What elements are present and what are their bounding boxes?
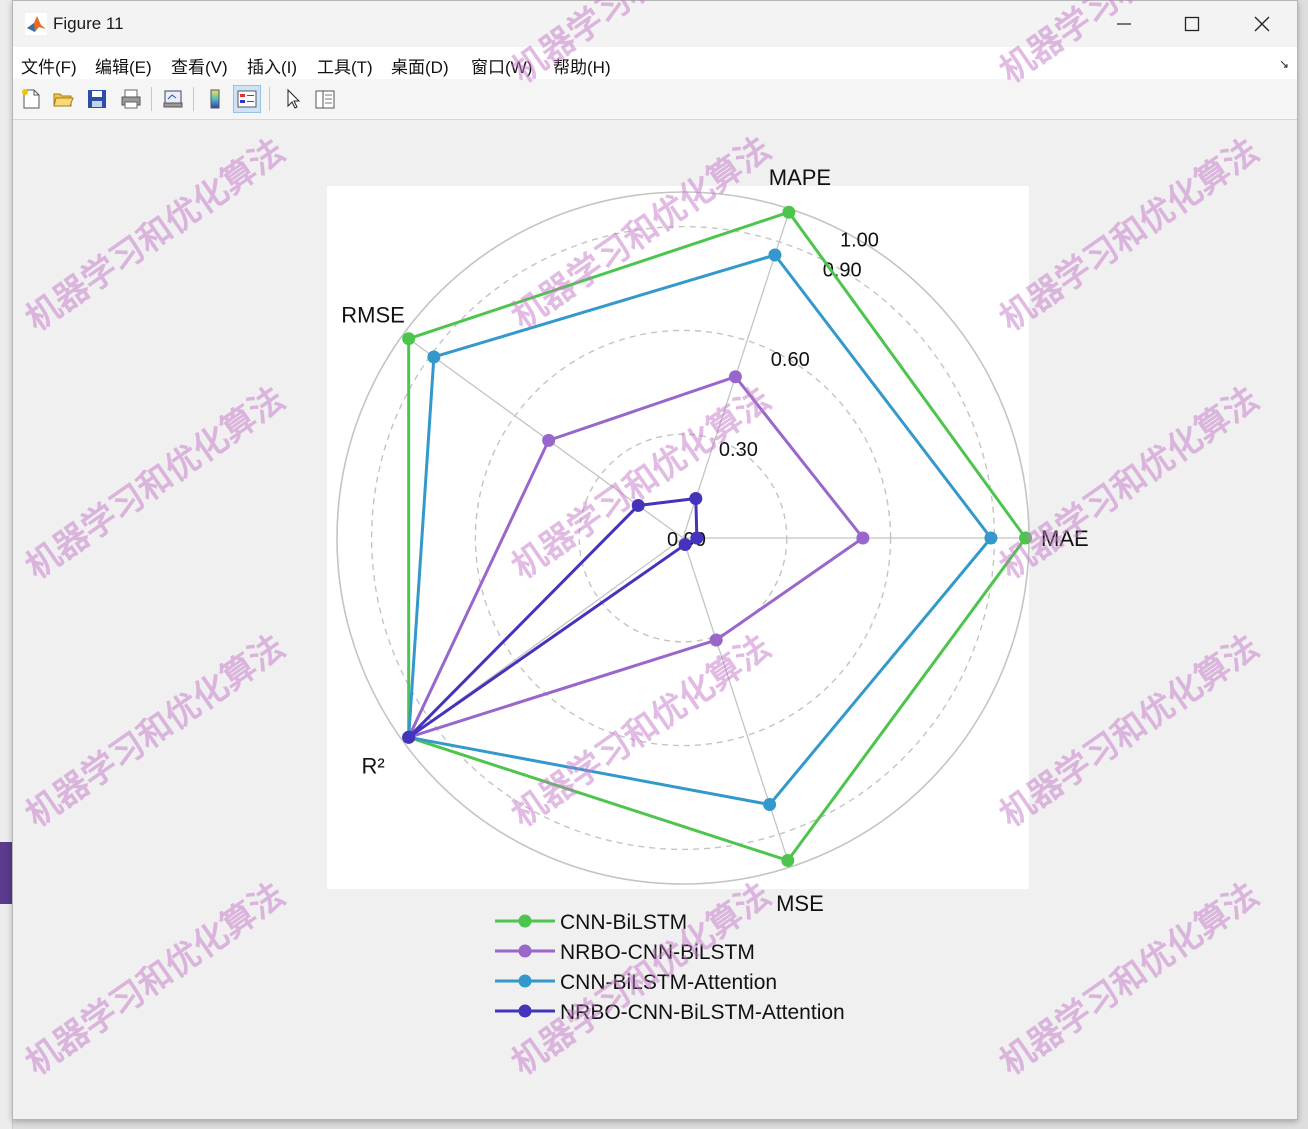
legend-marker (518, 974, 532, 988)
menu-edit[interactable]: 编辑(E) (95, 53, 152, 78)
radial-tick-label: 0.30 (719, 439, 758, 461)
series-point (709, 633, 723, 647)
new-figure-button[interactable] (17, 85, 45, 113)
menu-view[interactable]: 查看(V) (171, 53, 228, 78)
series-point (690, 531, 704, 545)
colorbar-button[interactable] (201, 85, 229, 113)
property-editor-icon (315, 90, 335, 109)
save-button[interactable] (83, 85, 111, 113)
toolbar-separator (269, 87, 270, 111)
toolbar-separator (193, 87, 194, 111)
menu-tools[interactable]: 工具(T) (317, 53, 373, 78)
series-point (781, 853, 795, 867)
menu-file[interactable]: 文件(F) (21, 53, 77, 78)
close-button[interactable] (1227, 1, 1297, 47)
minimize-icon (1117, 23, 1131, 25)
series-point (542, 433, 556, 447)
figure-window: Figure 11 文件(F) 编辑(E) 查看(V) 插入(I) 工具(T) … (12, 0, 1298, 1120)
axis-label: MSE (776, 891, 824, 916)
series-point (984, 531, 998, 545)
series-point (782, 205, 796, 219)
legend-label: NRBO-CNN-BiLSTM (560, 941, 755, 964)
pointer-button[interactable] (279, 85, 307, 113)
legend-marker (518, 1004, 532, 1018)
new-figure-icon (22, 89, 40, 109)
axis-label: MAPE (769, 165, 831, 190)
menu-help[interactable]: 帮助(H) (553, 53, 611, 78)
series-point (1019, 531, 1033, 545)
radial-tick-label: 0.60 (771, 349, 810, 371)
legend-icon (237, 90, 257, 108)
menu-bar: 文件(F) 编辑(E) 查看(V) 插入(I) 工具(T) 桌面(D) 窗口(W… (13, 47, 1297, 80)
series-point (427, 350, 441, 364)
axis-label: RMSE (341, 303, 405, 328)
save-icon (88, 90, 106, 108)
link-plot-button[interactable] (159, 85, 187, 113)
legend-marker (518, 944, 532, 958)
figure-canvas[interactable]: 0.000.300.600.901.00 MAEMAPERMSER²MSE CN… (13, 120, 1297, 1119)
series-point (402, 730, 416, 744)
open-file-icon (53, 93, 74, 107)
series-point (768, 248, 782, 262)
series-point (728, 370, 742, 384)
toolbar-separator (151, 87, 152, 111)
legend[interactable]: CNN-BiLSTM NRBO-CNN-BiLSTM CNN-BiLSTM-Atte… (495, 911, 845, 1024)
series-point (763, 798, 777, 812)
radar-chart: 0.000.300.600.901.00 MAEMAPERMSER²MSE CN… (327, 165, 1089, 1024)
figure-toolbar (13, 79, 1297, 120)
matlab-icon (25, 13, 47, 35)
maximize-icon (1184, 16, 1200, 32)
series-point (856, 531, 870, 545)
series-point (678, 538, 692, 552)
print-icon (121, 89, 141, 109)
series-point (631, 498, 645, 512)
legend-label: CNN-BiLSTM-Attention (560, 971, 777, 994)
axis-label: R² (361, 753, 384, 778)
maximize-button[interactable] (1157, 1, 1227, 47)
menu-window[interactable]: 窗口(W) (471, 53, 532, 78)
title-bar[interactable]: Figure 11 (13, 1, 1297, 47)
legend-label: NRBO-CNN-BiLSTM-Attention (560, 1001, 845, 1024)
legend-label: CNN-BiLSTM (560, 911, 687, 934)
legend-marker (518, 914, 532, 928)
menu-desktop[interactable]: 桌面(D) (391, 53, 449, 78)
minimize-button[interactable] (1089, 1, 1159, 47)
print-button[interactable] (117, 85, 145, 113)
link-plot-icon (163, 90, 183, 108)
series-point (689, 492, 703, 506)
colorbar-icon (210, 89, 220, 109)
dock-arrow-icon[interactable]: ↘ (1279, 57, 1289, 71)
legend-button[interactable] (233, 85, 261, 113)
pointer-icon (287, 88, 301, 109)
axis-label: MAE (1041, 526, 1089, 551)
background-window-block (0, 842, 12, 904)
open-file-button[interactable] (49, 85, 77, 113)
property-editor-button[interactable] (311, 85, 339, 113)
radial-tick-label: 0.90 (823, 259, 862, 281)
series-point (402, 332, 416, 346)
menu-insert[interactable]: 插入(I) (247, 53, 297, 78)
radial-tick-label: 1.00 (840, 229, 879, 251)
close-icon (1254, 16, 1270, 32)
window-title: Figure 11 (53, 14, 124, 33)
